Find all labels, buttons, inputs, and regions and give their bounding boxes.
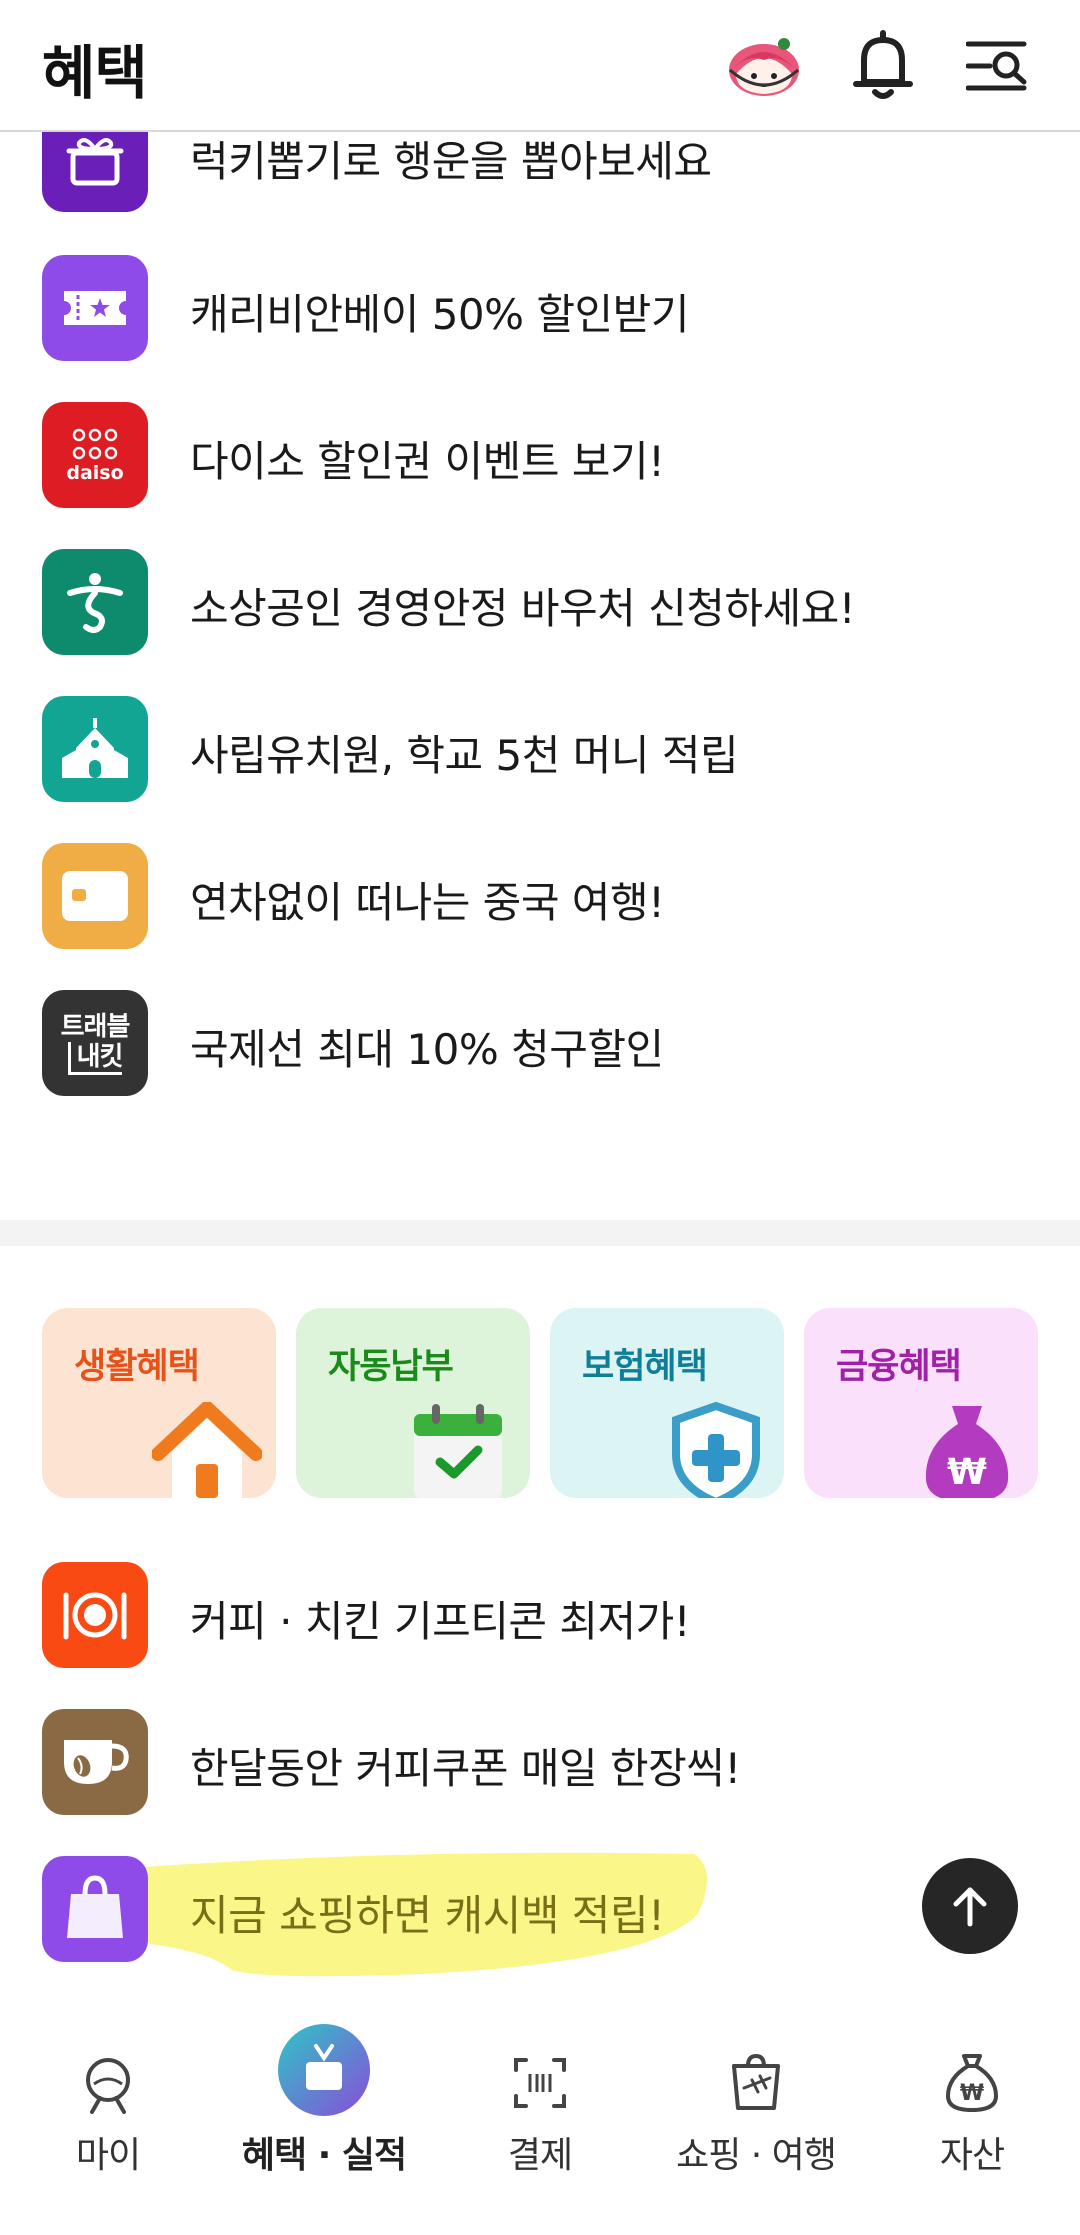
- dining-icon: [42, 1562, 148, 1668]
- coffee-cup-icon: [42, 1709, 148, 1815]
- category-card-autopay[interactable]: 자동납부: [296, 1308, 530, 1498]
- section-divider: [0, 1220, 1080, 1246]
- nav-label: 결제: [507, 2135, 573, 2176]
- list-item-label: 다이소 할인권 이벤트 보기!: [190, 437, 665, 486]
- nav-item-assets[interactable]: ₩ 자산: [864, 2010, 1080, 2235]
- list-item[interactable]: daiso 다이소 할인권 이벤트 보기!: [0, 402, 1080, 550]
- page-title: 혜택: [42, 39, 148, 107]
- list-item-label: 연차없이 떠나는 중국 여행!: [190, 878, 665, 927]
- shopping-travel-icon: [732, 2053, 780, 2110]
- barcode-scan-icon: [514, 2058, 566, 2108]
- list-item-label: 지금 쇼핑하면 캐시백 적립!: [190, 1891, 665, 1940]
- shopping-bag-icon: [42, 1856, 148, 1962]
- menu-search-icon[interactable]: [966, 38, 1030, 94]
- bell-icon[interactable]: [850, 30, 916, 102]
- list-item[interactable]: 사립유치원, 학교 5천 머니 적립: [0, 696, 1080, 844]
- nav-label: 자산: [939, 2135, 1005, 2176]
- nav-item-shopping[interactable]: 쇼핑 · 여행: [648, 2010, 864, 2235]
- ticket-icon: [42, 255, 148, 361]
- shield-plus-icon: [672, 1402, 760, 1498]
- list-item[interactable]: 커피 · 치킨 기프티콘 최저가!: [0, 1562, 1080, 1710]
- category-card-insurance[interactable]: 보험혜택: [550, 1308, 784, 1498]
- list-item[interactable]: 연차없이 떠나는 중국 여행!: [0, 843, 1080, 991]
- money-bag-icon: ₩: [925, 1406, 1009, 1498]
- nav-item-benefit[interactable]: 혜택 · 실적: [216, 2010, 432, 2235]
- won-bag-icon: ₩: [945, 2054, 999, 2113]
- list-item[interactable]: 럭키뽑기로 행운을 뽑아보세요: [0, 110, 1080, 258]
- arrow-up-icon: [953, 1887, 987, 1927]
- category-card-finance[interactable]: 금융혜택 ₩: [804, 1308, 1038, 1498]
- list-item-label: 한달동안 커피쿠폰 매일 한장씩!: [190, 1744, 741, 1793]
- category-card-label: 생활혜택: [74, 1347, 200, 1387]
- benefit-gift-icon: [278, 2024, 370, 2116]
- person-emblem-icon: [42, 549, 148, 655]
- category-card-label: 금융혜택: [836, 1347, 962, 1387]
- nav-item-my[interactable]: 마이: [0, 2010, 216, 2235]
- app-header: 혜택: [0, 0, 1080, 132]
- my-face-icon: [86, 2058, 130, 2114]
- list-item-label: 커피 · 치킨 기프티콘 최저가!: [190, 1597, 691, 1646]
- svg-text:₩: ₩: [947, 1452, 987, 1493]
- scroll-top-button[interactable]: [922, 1858, 1018, 1954]
- list-item-label: 캐리비안베이 50% 할인받기: [190, 290, 689, 339]
- nav-item-payment[interactable]: 결제: [432, 2010, 648, 2235]
- nav-label: 쇼핑 · 여행: [676, 2135, 837, 2176]
- category-card-label: 보험혜택: [582, 1347, 708, 1387]
- list-item-label: 국제선 최대 10% 청구할인: [190, 1025, 664, 1074]
- list-item[interactable]: 캐리비안베이 50% 할인받기: [0, 255, 1080, 403]
- character-avatar-icon[interactable]: [726, 34, 802, 98]
- list-item-label: 소상공인 경영안정 바우처 신청하세요!: [190, 584, 856, 633]
- bottom-navigation: 마이 혜택 · 실적 결제 쇼핑 · 여행 ₩ 자산: [0, 2010, 1080, 2235]
- house-icon: [152, 1402, 262, 1498]
- list-item-label: 사립유치원, 학교 5천 머니 적립: [190, 731, 739, 780]
- nav-label: 마이: [75, 2135, 141, 2176]
- list-item[interactable]: 트래블 내킷 국제선 최대 10% 청구할인: [0, 990, 1080, 1138]
- list-item-label: 럭키뽑기로 행운을 뽑아보세요: [190, 137, 712, 186]
- svg-text:₩: ₩: [960, 2081, 984, 2106]
- list-item[interactable]: 한달동안 커피쿠폰 매일 한장씩!: [0, 1709, 1080, 1857]
- daiso-logo: daiso: [42, 402, 148, 508]
- category-card-label: 자동납부: [328, 1347, 454, 1387]
- category-card-life[interactable]: 생활혜택: [42, 1308, 276, 1498]
- school-icon: [42, 696, 148, 802]
- svg-text:daiso: daiso: [66, 462, 123, 484]
- card-icon: [42, 843, 148, 949]
- nav-label: 혜택 · 실적: [241, 2135, 407, 2176]
- travel-kit-logo: 트래블 내킷: [42, 990, 148, 1096]
- list-item[interactable]: 소상공인 경영안정 바우처 신청하세요!: [0, 549, 1080, 697]
- calendar-check-icon: [414, 1404, 502, 1498]
- list-item[interactable]: 지금 쇼핑하면 캐시백 적립!: [0, 1856, 1080, 2004]
